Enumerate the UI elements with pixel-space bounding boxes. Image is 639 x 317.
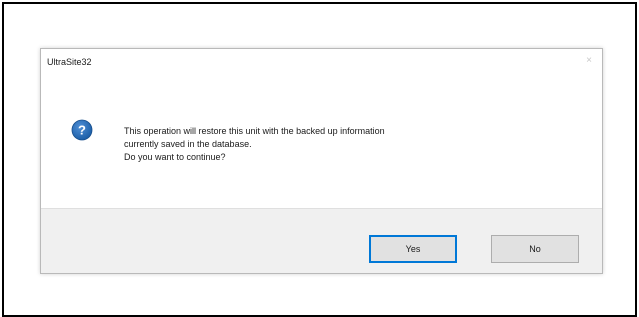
message-line-3: Do you want to continue? [124,152,226,162]
close-icon[interactable]: × [586,55,592,67]
dialog-title: UltraSite32 [47,57,92,67]
question-icon: ? [71,119,93,141]
message-dialog: UltraSite32 × ? This operation will rest… [40,48,603,274]
message-line-2: currently saved in the database. [124,139,252,149]
screenshot-frame: UltraSite32 × ? This operation will rest… [2,2,637,317]
yes-button[interactable]: Yes [369,235,457,263]
message-line-1: This operation will restore this unit wi… [124,126,385,136]
dialog-titlebar[interactable]: UltraSite32 × [41,49,602,77]
dialog-message: This operation will restore this unit wi… [124,125,385,164]
no-button[interactable]: No [491,235,579,263]
question-glyph: ? [78,123,86,138]
